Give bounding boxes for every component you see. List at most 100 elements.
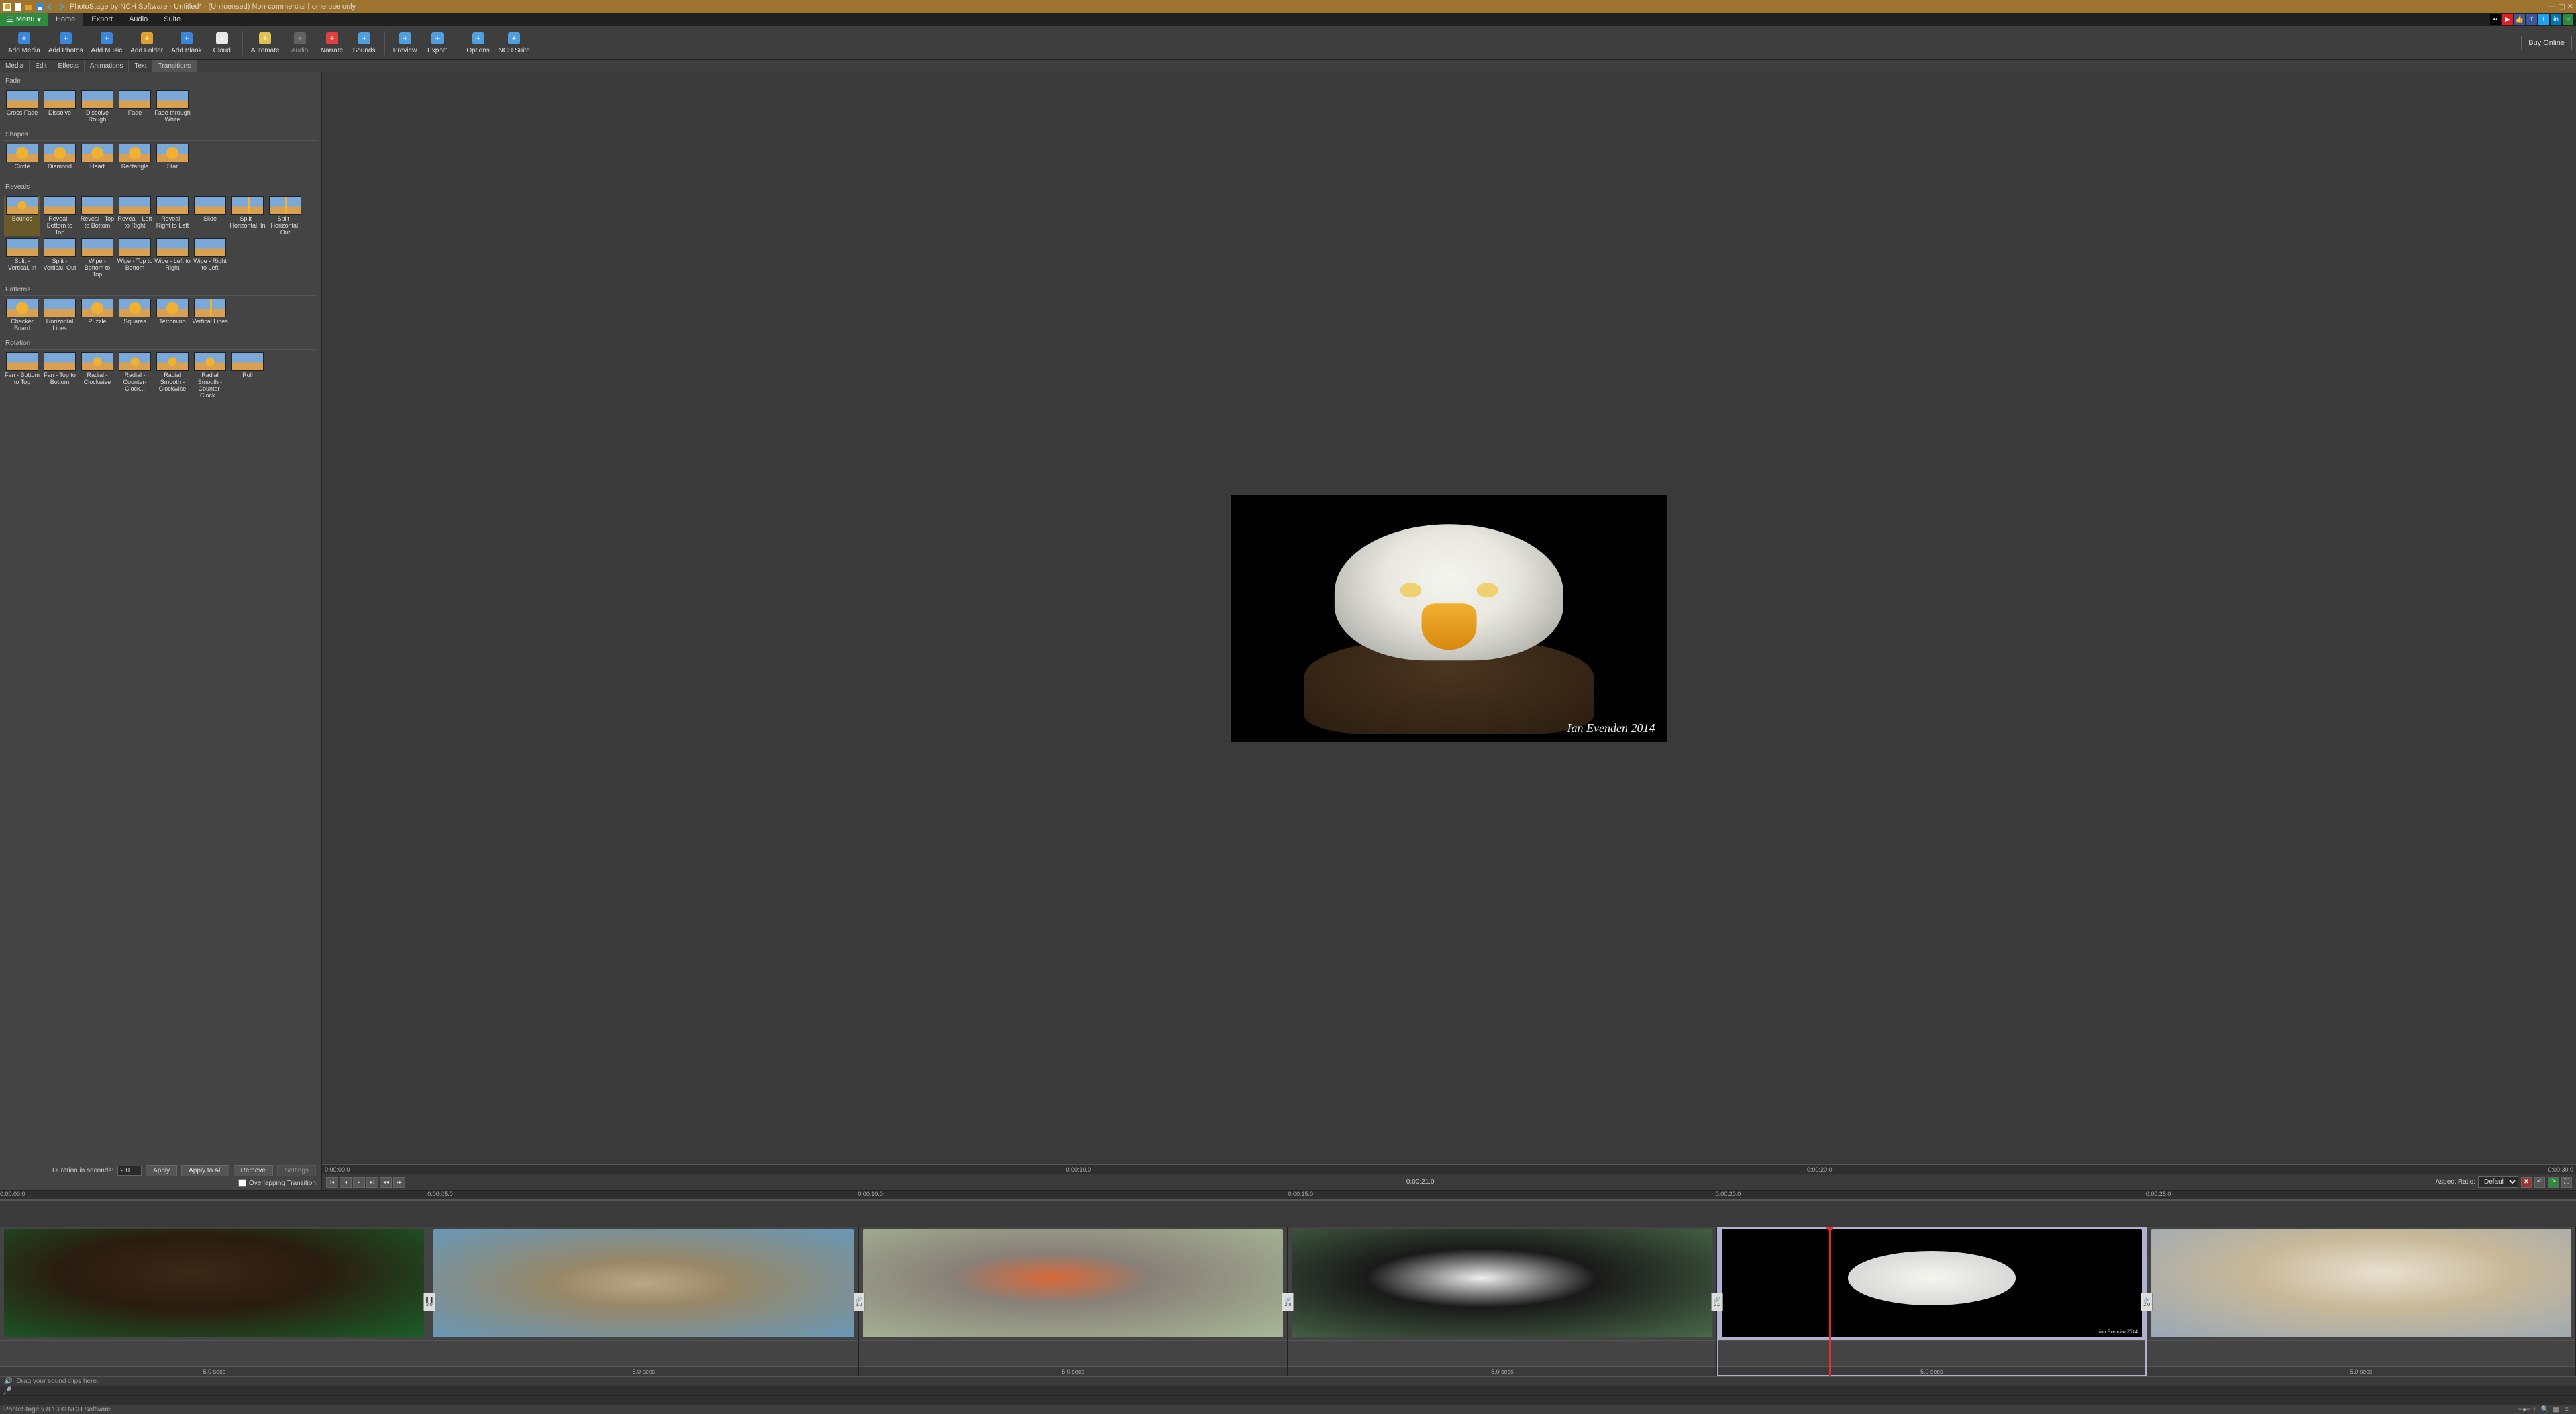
minimize-button[interactable]: — [2548,3,2556,11]
transition-split-horizontal-in[interactable]: Split - Horizontal, In [229,196,266,236]
sounds-button[interactable]: +Sounds [352,31,376,54]
extra-track[interactable] [0,1395,2576,1405]
playhead[interactable] [1829,1227,1831,1376]
youtube-icon[interactable]: ▶ [2502,14,2513,25]
transition-roll[interactable]: Roll [229,352,266,399]
timeline-ruler[interactable]: 0:00:00.00:00:05.00:00:10.00:00:15.00:00… [0,1191,2576,1200]
transition-link-button[interactable]: 🔗2.0 [2141,1293,2153,1311]
transition-rectangle[interactable]: Rectangle [117,144,153,176]
goto-start-button[interactable]: |◂ [326,1177,338,1188]
transition-bounce[interactable]: Bounce [4,196,40,236]
add-blank-button[interactable]: +Add Blank [171,31,202,54]
close-button[interactable]: ✕ [2567,3,2573,11]
new-icon[interactable] [13,2,23,11]
timeline-clip[interactable]: 5.0 secs🔗2.0 [2147,1227,2576,1376]
flickr-icon[interactable]: •• [2490,14,2501,25]
zoom-slider[interactable]: ━●━ [2518,1406,2529,1413]
transition-dissolve[interactable]: Dissolve [42,90,78,123]
transition-squares[interactable]: Squares [117,299,153,332]
automate-button[interactable]: +Automate [251,31,280,54]
zoom-out-button[interactable]: − [2508,1406,2518,1413]
undo-icon[interactable] [46,2,55,11]
subtab-text[interactable]: Text [129,60,152,72]
subtab-animations[interactable]: Animations [85,60,129,72]
transition-fan-top-to-bottom[interactable]: Fan - Top to Bottom [42,352,78,399]
buy-online-button[interactable]: Buy Online [2521,36,2572,50]
help-icon[interactable]: ? [2563,14,2573,25]
transition-link-button[interactable]: 🔗2.0 [1711,1293,1723,1311]
timeline-track[interactable]: 5.0 secs5.0 secs❚❚2.05.0 secs🔗2.05.0 sec… [0,1227,2576,1376]
transition-checker-board[interactable]: Checker Board [4,299,40,332]
transition-cross-fade[interactable]: Cross Fade [4,90,40,123]
audio-drop-hint[interactable]: 🔊 Drag your sound clips here. [0,1376,2576,1386]
transition-fan-bottom-to-top[interactable]: Fan - Bottom to Top [4,352,40,399]
transition-radial-counter-clock-[interactable]: Radial - Counter-Clock... [117,352,153,399]
transition-dissolve-rough[interactable]: Dissolve Rough [79,90,115,123]
zoom-in-button[interactable]: + [2529,1406,2540,1413]
transition-puzzle[interactable]: Puzzle [79,299,115,332]
add-folder-button[interactable]: +Add Folder [130,31,163,54]
transition-radial-clockwise[interactable]: Radial - Clockwise [79,352,115,399]
transition-fade-through-white[interactable]: Fade through White [154,90,191,123]
transition-wipe-top-to-bottom[interactable]: Wipe - Top to Bottom [117,238,153,279]
step-back-button[interactable]: ◂ [340,1177,352,1188]
timeline-clip[interactable]: 5.0 secs❚❚2.0 [429,1227,859,1376]
menu-tab-audio[interactable]: Audio [121,13,156,26]
options-button[interactable]: +Options [466,31,491,54]
transition-split-vertical-in[interactable]: Split - Vertical, In [4,238,40,279]
narration-track[interactable]: 🎤 [0,1386,2576,1395]
save-icon[interactable] [35,2,44,11]
transition-reveal-right-to-left[interactable]: Reveal - Right to Left [154,196,191,236]
apply-all-button[interactable]: Apply to All [181,1165,229,1176]
preview-button[interactable]: +Preview [393,31,417,54]
nch-suite-button[interactable]: +NCH Suite [499,31,530,54]
transition-fade[interactable]: Fade [117,90,153,123]
fullscreen-button[interactable]: ⛶ [2561,1177,2572,1188]
transition-diamond[interactable]: Diamond [42,144,78,176]
timeline-clip[interactable]: 5.0 secs🔗2.0 [1288,1227,1717,1376]
maximize-button[interactable]: ▢ [2558,3,2565,11]
overlapping-checkbox[interactable] [238,1179,246,1187]
transition-star[interactable]: Star [154,144,191,176]
transition-slide[interactable]: Slide [192,196,228,236]
twitter-icon[interactable]: t [2538,14,2549,25]
thumbs-up-icon[interactable]: 👍 [2514,14,2525,25]
transitions-list[interactable]: Fade Cross FadeDissolveDissolve Rough Fade… [0,72,321,1162]
transition-reveal-left-to-right[interactable]: Reveal - Left to Right [117,196,153,236]
transition-heart[interactable]: Heart [79,144,115,176]
menu-tab-home[interactable]: Home [48,13,83,26]
timeline-clip[interactable]: 5.0 secs [0,1227,429,1376]
transition-wipe-right-to-left[interactable]: Wipe - Right to Left [192,238,228,279]
export-button[interactable]: +Export [425,31,450,54]
transition-radial-smooth-counter-clock-[interactable]: Radial Smooth - Counter-Clock... [192,352,228,399]
transition-link-button[interactable]: 🔗2.0 [1282,1293,1294,1311]
transition-reveal-bottom-to-top[interactable]: Reveal - Bottom to Top [42,196,78,236]
transition-vertical-lines[interactable]: Vertical Lines [192,299,228,332]
transition-split-vertical-out[interactable]: Split - Vertical, Out [42,238,78,279]
subtab-effects[interactable]: Effects [52,60,84,72]
timeline-clip[interactable]: 5.0 secs🔗2.0 [859,1227,1288,1376]
transition-split-horizontal-out[interactable]: Split - Horizontal, Out [267,196,303,236]
audio-button[interactable]: +Audio [288,31,312,54]
next-clip-button[interactable]: ▸▸ [393,1177,405,1188]
transition-circle[interactable]: Circle [4,144,40,176]
transition-link-button[interactable]: ❚❚2.0 [423,1293,435,1311]
add-photos-button[interactable]: +Add Photos [48,31,83,54]
menu-button[interactable]: ☰ Menu ▾ [0,13,48,26]
zoom-fit-button[interactable]: 🔍 [2540,1406,2551,1413]
play-button[interactable]: ▸ [353,1177,365,1188]
rotate-right-button[interactable]: ↷ [2548,1177,2559,1188]
prev-clip-button[interactable]: ◂◂ [380,1177,392,1188]
redo-icon[interactable] [56,2,66,11]
subtab-edit[interactable]: Edit [30,60,52,72]
narrate-button[interactable]: +Narrate [320,31,344,54]
transition-link-button[interactable]: 🔗2.0 [853,1293,865,1311]
transition-radial-smooth-clockwise[interactable]: Radial Smooth - Clockwise [154,352,191,399]
storyboard-view-button[interactable]: ▦ [2551,1406,2561,1413]
step-forward-button[interactable]: ▸| [366,1177,378,1188]
transition-tetromino[interactable]: Tetromino [154,299,191,332]
aspect-ratio-select[interactable]: Default [2478,1176,2518,1188]
duration-input[interactable] [117,1166,142,1176]
menu-tab-export[interactable]: Export [83,13,121,26]
transition-wipe-left-to-right[interactable]: Wipe - Left to Right [154,238,191,279]
